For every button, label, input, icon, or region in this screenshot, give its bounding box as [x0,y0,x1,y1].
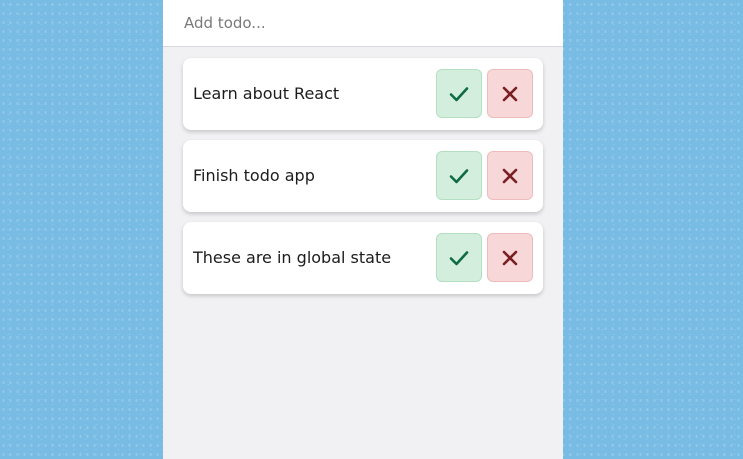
todo-app: Learn about React Finish todo app [163,0,563,459]
todo-text: Finish todo app [193,166,315,185]
check-icon [449,86,469,101]
add-todo-bar [163,0,563,47]
close-icon [502,86,518,101]
todo-item: Learn about React [183,58,543,130]
complete-todo-button[interactable] [436,69,482,118]
todo-item: Finish todo app [183,140,543,212]
check-icon [449,250,469,265]
complete-todo-button[interactable] [436,233,482,282]
complete-todo-button[interactable] [436,151,482,200]
todo-text: Learn about React [193,84,340,103]
close-icon [502,250,518,265]
check-icon [449,168,469,183]
delete-todo-button[interactable] [487,151,533,200]
todo-item: These are in global state [183,222,543,294]
delete-todo-button[interactable] [487,69,533,118]
todo-text: These are in global state [193,248,392,267]
add-todo-input[interactable] [163,0,563,46]
close-icon [502,168,518,183]
todo-list: Learn about React Finish todo app These … [183,58,543,304]
delete-todo-button[interactable] [487,233,533,282]
